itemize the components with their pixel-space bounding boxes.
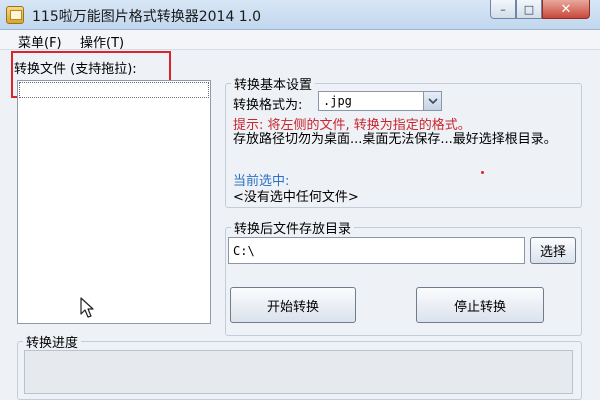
start-convert-button[interactable]: 开始转换 [230,287,356,323]
path-note: 存放路径切勿为桌面...桌面无法保存...最好选择根目录。 [233,132,557,147]
file-list-focus-row[interactable] [19,82,209,98]
title-bar[interactable]: 115啦万能图片格式转换器2014 1.0 – □ ✕ [0,0,600,30]
window-body: 菜单(F) 操作(T) 转换文件 (支持拖拉): 转换基本设置 转换格式为: .… [0,30,600,400]
menu-bar: 菜单(F) 操作(T) [0,30,600,51]
current-selection-value: <没有选中任何文件> [233,190,359,205]
close-button[interactable]: ✕ [542,0,590,19]
output-dir-legend: 转换后文件存放目录 [234,222,352,237]
progress-legend: 转换进度 [26,336,79,351]
close-icon: ✕ [560,1,572,17]
chevron-down-icon[interactable] [423,92,441,110]
window-title: 115啦万能图片格式转换器2014 1.0 [32,9,262,25]
format-select-value: .jpg [323,94,352,108]
format-select[interactable]: .jpg [318,91,442,111]
progress-bar [24,350,573,394]
browse-button[interactable]: 选择 [530,237,576,264]
menu-operations[interactable]: 操作(T) [80,32,124,51]
mouse-cursor-icon [80,297,94,318]
maximize-button[interactable]: □ [516,0,542,19]
app-icon [6,6,24,24]
red-dot-mark [481,171,484,174]
basic-settings-legend: 转换基本设置 [234,78,313,93]
stop-convert-button[interactable]: 停止转换 [416,287,544,323]
format-label: 转换格式为: [233,98,303,113]
tip-text: 提示: 将左侧的文件, 转换为指定的格式。 [233,118,471,133]
maximize-icon: □ [523,2,535,16]
output-dir-input[interactable]: C:\ [228,237,525,264]
menu-file[interactable]: 菜单(F) [18,32,62,51]
file-list[interactable] [17,80,211,324]
minimize-button[interactable]: – [490,0,516,19]
minimize-icon: – [500,2,506,16]
